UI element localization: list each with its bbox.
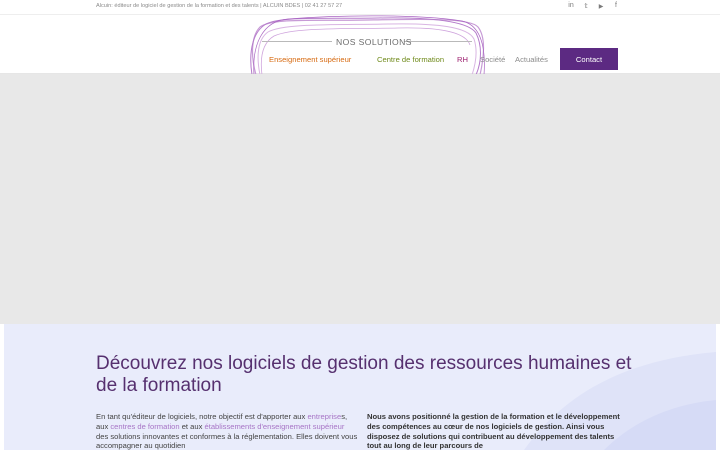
linkedin-icon[interactable]: in: [566, 2, 576, 9]
facebook-icon[interactable]: f: [611, 2, 621, 9]
link-entreprises[interactable]: entreprise: [307, 412, 341, 421]
contact-button[interactable]: Contact: [560, 48, 618, 70]
intro-text: des solutions innovantes et conformes à …: [96, 431, 358, 451]
nav-centre-de-formation[interactable]: Centre de formation: [377, 55, 444, 64]
nav-rh[interactable]: RH: [457, 55, 468, 64]
hero-banner: [0, 74, 720, 324]
top-bar: Alcuin: éditeur de logiciel de gestion d…: [0, 0, 720, 15]
divider-right: [404, 41, 472, 42]
youtube-icon[interactable]: ▶: [596, 3, 606, 10]
twitter-icon[interactable]: 𝕥: [581, 2, 591, 10]
link-centres-de-formation[interactable]: centres de formation: [110, 422, 179, 431]
nav-enseignement-superieur[interactable]: Enseignement supérieur: [269, 55, 351, 64]
intro-text-right: Nous avons positionné la gestion de la f…: [367, 412, 620, 451]
nav-actualites[interactable]: Actualités: [515, 55, 548, 64]
intro-text-left: En tant qu'éditeur de logiciels, notre o…: [96, 412, 358, 451]
link-enseignement-superieur[interactable]: établissements d'enseignement supérieur: [205, 422, 345, 431]
top-bar-info: Alcuin: éditeur de logiciel de gestion d…: [96, 3, 343, 9]
divider-left: [262, 41, 332, 42]
intro-text: et aux: [179, 421, 205, 431]
intro-text: En tant qu'éditeur de logiciels, notre o…: [96, 412, 308, 421]
solutions-title: NOS SOLUTIONS: [336, 37, 412, 47]
section-heading: Découvrez nos logiciels de gestion des r…: [96, 353, 632, 396]
nav-societe[interactable]: Société: [480, 55, 505, 64]
